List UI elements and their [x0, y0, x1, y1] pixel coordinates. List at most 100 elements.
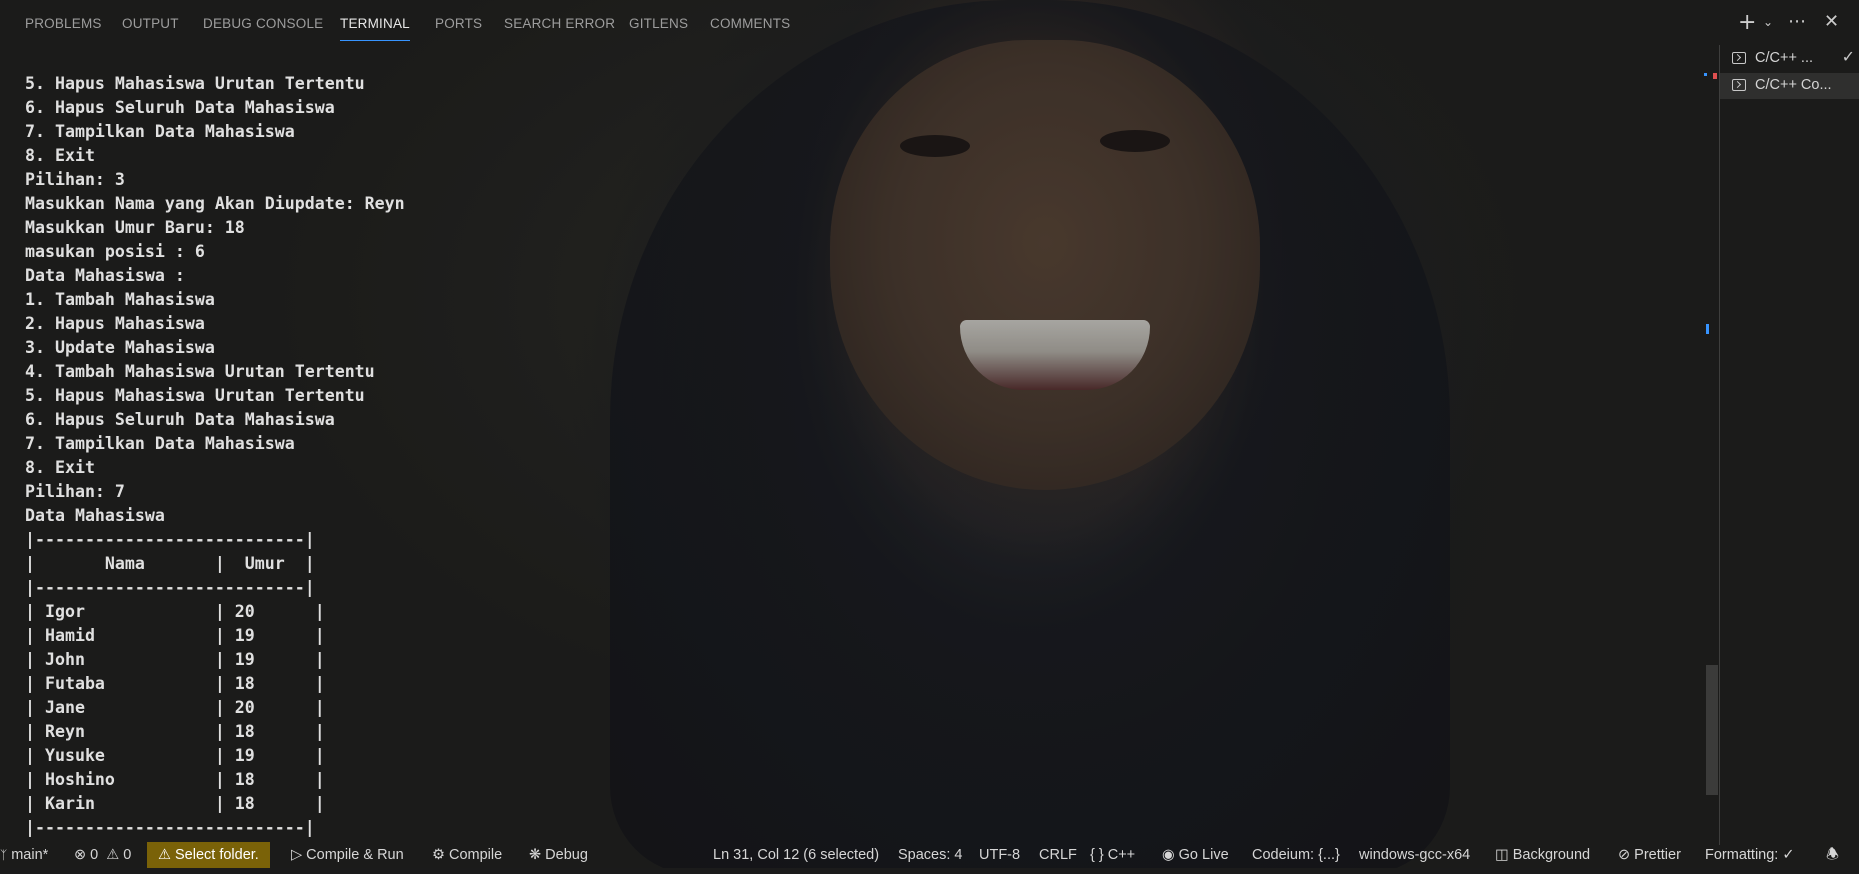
terminal-line: | Nama | Umur |	[25, 554, 315, 573]
terminal-icon	[1732, 79, 1746, 91]
prohibited-icon: ⊘	[1618, 847, 1631, 863]
compile-run-button[interactable]: ▷ Compile & Run	[291, 842, 404, 868]
terminal-line: Data Mahasiswa :	[25, 266, 185, 285]
debug-button[interactable]: ❋ Debug	[529, 842, 588, 868]
gear-icon: ⚙	[432, 847, 445, 863]
check-icon: ✓	[1841, 49, 1855, 66]
status-bar: ᛉ main* ⊗ 0 ⚠ 0 ⚠ Select folder. ▷ Compile & …	[0, 842, 1859, 868]
terminal-line: Pilihan: 7	[25, 482, 125, 501]
terminal-line: 8. Exit	[25, 146, 95, 165]
compile-run-label: Compile & Run	[306, 847, 404, 863]
terminal-line: 4. Tambah Mahasiswa Urutan Tertentu	[25, 362, 375, 381]
terminal-icon	[1732, 52, 1746, 64]
terminal-line: | Futaba | 18 |	[25, 674, 325, 693]
terminal-line: |---------------------------|	[25, 578, 315, 597]
warning-icon: ⚠	[158, 847, 171, 863]
tab-comments[interactable]: COMMENTS	[710, 16, 790, 31]
bug-icon: ❋	[529, 847, 542, 863]
prettier-label: Prettier	[1634, 847, 1681, 863]
language-mode[interactable]: { } C++	[1090, 842, 1135, 868]
terminal-list: C/C++ ... ✓ C/C++ Co...	[1719, 45, 1859, 845]
git-branch-icon: ᛉ	[0, 848, 8, 862]
window-bottom-edge	[0, 868, 1859, 874]
terminal-line: 1. Tambah Mahasiswa	[25, 290, 215, 309]
line-endings[interactable]: CRLF	[1039, 842, 1077, 868]
background-button[interactable]: ◫ Background	[1495, 842, 1590, 868]
scroll-marker	[1704, 73, 1707, 76]
tab-gitlens[interactable]: GITLENS	[629, 16, 688, 31]
language-label: C++	[1107, 847, 1136, 863]
terminal-list-label: C/C++ Co...	[1755, 77, 1832, 93]
broadcast-icon: ◉	[1162, 847, 1175, 863]
terminal-line: | Igor | 20 |	[25, 602, 325, 621]
terminal-line: 3. Update Mahasiswa	[25, 338, 215, 357]
problems-indicator[interactable]: ⊗ 0 ⚠ 0	[74, 842, 131, 868]
compile-button[interactable]: ⚙ Compile	[432, 842, 502, 868]
source-control-branch[interactable]: ᛉ main*	[0, 842, 48, 868]
terminal-line: 6. Hapus Seluruh Data Mahasiswa	[25, 410, 335, 429]
terminal-line: 2. Hapus Mahasiswa	[25, 314, 205, 333]
terminal-line: | Yusuke | 19 |	[25, 746, 325, 765]
tab-problems[interactable]: PROBLEMS	[25, 16, 102, 31]
play-icon: ▷	[291, 847, 303, 863]
scroll-marker	[1706, 324, 1709, 334]
compiler-config[interactable]: windows-gcc-x64	[1359, 842, 1470, 868]
terminal-list-item[interactable]: C/C++ ... ✓	[1720, 46, 1859, 72]
tab-ports[interactable]: PORTS	[435, 16, 482, 31]
tab-search-error[interactable]: SEARCH ERROR	[504, 16, 615, 31]
terminal-line: Masukkan Nama yang Akan Diupdate: Reyn	[25, 194, 405, 213]
terminal-list-item[interactable]: C/C++ Co...	[1720, 73, 1859, 99]
terminal-line: 5. Hapus Mahasiswa Urutan Tertentu	[25, 386, 365, 405]
tab-debug-console[interactable]: DEBUG CONSOLE	[203, 16, 323, 31]
plus-icon[interactable]: +	[1738, 10, 1756, 35]
warning-icon: ⚠	[106, 847, 120, 863]
terminal-line: |---------------------------|	[25, 818, 315, 837]
terminal-line: | Hoshino | 18 |	[25, 770, 325, 789]
vscode-window: PROBLEMS OUTPUT DEBUG CONSOLE TERMINAL P…	[0, 0, 1859, 874]
terminal-line: | Karin | 18 |	[25, 794, 325, 813]
tab-output[interactable]: OUTPUT	[122, 16, 179, 31]
panel-tab-bar: PROBLEMS OUTPUT DEBUG CONSOLE TERMINAL P…	[0, 0, 1859, 48]
warning-count: 0	[123, 847, 132, 863]
terminal-line: 6. Hapus Seluruh Data Mahasiswa	[25, 98, 335, 117]
braces-icon: { }	[1090, 847, 1104, 863]
indentation[interactable]: Spaces: 4	[898, 842, 963, 868]
terminal-line: | Jane | 20 |	[25, 698, 325, 717]
bell-icon[interactable]: 🕭	[1826, 842, 1839, 868]
encoding[interactable]: UTF-8	[979, 842, 1020, 868]
tab-terminal[interactable]: TERMINAL	[340, 16, 410, 41]
terminal-scrollbar[interactable]	[1706, 665, 1718, 795]
terminal-line: | Reyn | 18 |	[25, 722, 325, 741]
terminal-line: 7. Tampilkan Data Mahasiswa	[25, 434, 295, 453]
error-icon: ⊗	[74, 847, 87, 863]
formatting-status[interactable]: Formatting: ✓	[1705, 842, 1795, 868]
terminal-line: Masukkan Umur Baru: 18	[25, 218, 245, 237]
terminal-line: 8. Exit	[25, 458, 95, 477]
terminal-output[interactable]: 5. Hapus Mahasiswa Urutan Tertentu 6. Hap…	[25, 72, 1685, 842]
select-folder-label: Select folder.	[175, 847, 259, 863]
codeium-status[interactable]: Codeium: {...}	[1252, 842, 1340, 868]
prettier-button[interactable]: ⊘ Prettier	[1618, 842, 1681, 868]
file-icon: ◫	[1495, 847, 1509, 863]
terminal-line: Data Mahasiswa	[25, 506, 165, 525]
select-folder-button[interactable]: ⚠ Select folder.	[147, 842, 270, 868]
close-icon[interactable]: ✕	[1824, 11, 1839, 32]
terminal-line: 7. Tampilkan Data Mahasiswa	[25, 122, 295, 141]
cursor-position[interactable]: Ln 31, Col 12 (6 selected)	[713, 842, 879, 868]
terminal-line: 5. Hapus Mahasiswa Urutan Tertentu	[25, 74, 365, 93]
ellipsis-icon[interactable]: ⋯	[1788, 11, 1806, 32]
terminal-line: masukan posisi : 6	[25, 242, 205, 261]
compile-label: Compile	[449, 847, 503, 863]
terminal-line: Pilihan: 3	[25, 170, 125, 189]
go-live-label: Go Live	[1178, 847, 1229, 863]
terminal-line: | John | 19 |	[25, 650, 325, 669]
debug-label: Debug	[545, 847, 588, 863]
terminal-line: |---------------------------|	[25, 530, 315, 549]
chevron-down-icon[interactable]: ⌄	[1763, 15, 1773, 29]
background-label: Background	[1512, 847, 1591, 863]
scroll-marker	[1713, 73, 1717, 79]
branch-label: main*	[11, 847, 49, 863]
terminal-list-label: C/C++ ...	[1755, 50, 1814, 66]
error-count: 0	[90, 847, 99, 863]
go-live-button[interactable]: ◉ Go Live	[1162, 842, 1229, 868]
